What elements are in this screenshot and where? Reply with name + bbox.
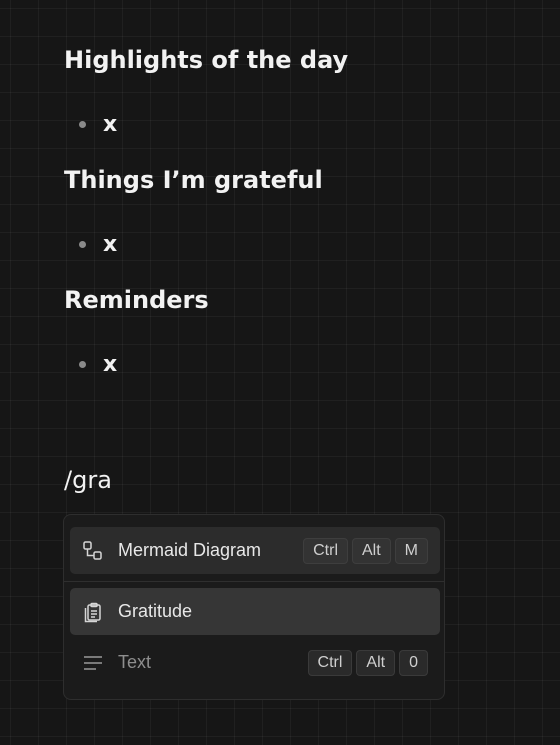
key-m: M xyxy=(394,537,428,564)
menu-item-label: Text xyxy=(118,652,152,672)
menu-item-gratitude[interactable]: Gratitude xyxy=(70,588,440,635)
heading-highlights[interactable]: Highlights of the day xyxy=(64,46,348,74)
shortcut-keys: Ctrl Alt 0 xyxy=(307,649,428,676)
key-ctrl: Ctrl xyxy=(307,649,353,676)
bullet-dot xyxy=(79,360,86,368)
list-item-text[interactable]: x xyxy=(103,112,117,137)
list-item[interactable]: x xyxy=(64,230,117,258)
key-alt: Alt xyxy=(356,649,396,676)
heading-reminders[interactable]: Reminders xyxy=(64,286,209,314)
key-alt: Alt xyxy=(352,537,391,564)
bullet-dot xyxy=(79,240,86,248)
list-item-text[interactable]: x xyxy=(103,352,117,377)
key-ctrl: Ctrl xyxy=(303,537,348,564)
list-item[interactable]: x xyxy=(64,350,117,378)
bullet-dot xyxy=(79,120,86,128)
menu-item-text[interactable]: Text Ctrl Alt 0 xyxy=(70,639,440,686)
heading-grateful[interactable]: Things I’m grateful xyxy=(64,166,323,194)
clipboard-icon xyxy=(82,601,104,623)
shortcut-keys: Ctrl Alt M xyxy=(303,537,428,564)
menu-item-label: Mermaid Diagram xyxy=(118,540,262,560)
list-item[interactable]: x xyxy=(64,110,117,138)
menu-divider xyxy=(64,581,444,582)
menu-item-mermaid-diagram[interactable]: Mermaid Diagram Ctrl Alt M xyxy=(70,527,440,574)
key-0: 0 xyxy=(399,649,428,676)
list-item-text[interactable]: x xyxy=(103,232,117,257)
slash-command-text[interactable]: /gra xyxy=(64,466,112,494)
slash-command-menu: Mermaid Diagram Ctrl Alt M Gratitude Tex… xyxy=(63,514,445,700)
text-lines-icon xyxy=(82,652,104,674)
menu-item-label: Gratitude xyxy=(118,601,193,621)
diagram-icon xyxy=(82,540,104,562)
